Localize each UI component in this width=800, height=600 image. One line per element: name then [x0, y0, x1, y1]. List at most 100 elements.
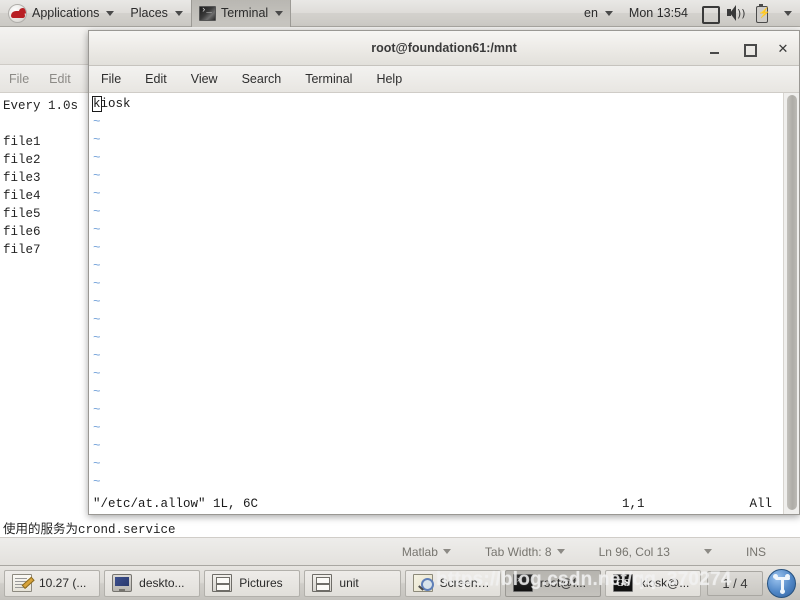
terminal-scrollbar-thumb[interactable] [787, 95, 797, 510]
terminal-menu-search[interactable]: Search [239, 70, 285, 88]
network-node-icon [785, 573, 790, 579]
display-icon[interactable] [699, 3, 720, 24]
gedit-menu-edit[interactable]: Edit [49, 72, 71, 86]
vim-empty-line: ~ [93, 187, 101, 201]
bolt-icon: ⚡ [758, 8, 771, 19]
gedit-statusbar: Matlab Tab Width: 8 Ln 96, Col 13 INS [0, 537, 800, 565]
vim-empty-line: ~ [93, 151, 101, 165]
vim-empty-line: ~ [93, 331, 101, 345]
applications-menu[interactable]: Applications [0, 0, 122, 27]
terminal-app-menu[interactable]: Terminal [190, 0, 292, 27]
gedit-menu-file[interactable]: File [9, 72, 29, 86]
vim-empty-line: ~ [93, 169, 101, 183]
gs-icon [612, 574, 633, 592]
taskbar-item-label: kiosk@... [639, 576, 690, 590]
statusbar-extra-dropdown[interactable] [703, 549, 712, 554]
vim-empty-line: ~ [93, 133, 101, 147]
tab-width-selector[interactable]: Tab Width: 8 [485, 545, 565, 559]
terminal-menu-terminal[interactable]: Terminal [302, 70, 355, 88]
vim-empty-line: ~ [93, 241, 101, 255]
clock[interactable]: Mon 13:54 [621, 0, 696, 27]
system-menu-button[interactable] [774, 0, 800, 27]
terminal-menu-file[interactable]: File [98, 70, 124, 88]
terminal-menu-help[interactable]: Help [373, 70, 405, 88]
vim-statusline-scroll: All [749, 497, 772, 511]
taskbar-item[interactable]: root@f... [504, 569, 601, 597]
taskbar-item[interactable]: kiosk@... [604, 569, 701, 597]
vim-statusline: "/etc/at.allow" 1L, 6C 1,1 All [89, 494, 785, 514]
chevron-down-icon [174, 10, 183, 16]
terminal-menu-view[interactable]: View [188, 70, 221, 88]
taskbar-item[interactable]: unit [304, 569, 401, 597]
window-controls: ✕ [705, 31, 793, 66]
taskbar: 10.27 (... deskto... Pictures unit Screens..… [0, 565, 800, 600]
file-manager-icon [312, 574, 333, 592]
terminal-title: root@foundation61:/mnt [371, 41, 517, 55]
cursor-position-label: Ln 96, Col 13 [598, 544, 670, 559]
chevron-down-icon [106, 10, 115, 16]
vim-empty-line: ~ [93, 349, 101, 363]
taskbar-item[interactable]: 10.27 (... [4, 569, 101, 597]
maximize-button[interactable] [739, 39, 759, 59]
terminal-titlebar[interactable]: root@foundation61:/mnt ✕ [89, 31, 799, 66]
vim-empty-lines: ~ ~ ~ ~ ~ ~ ~ ~ ~ ~ ~ ~ ~ ~ ~ ~ ~ ~ ~ ~ ~ [93, 113, 785, 491]
vim-empty-line: ~ [93, 205, 101, 219]
desktop-screen: Applications Places Terminal en Mon 13:5… [0, 0, 800, 600]
terminal-scrollbar[interactable] [783, 93, 799, 514]
clock-label: Mon 13:54 [628, 6, 688, 20]
tab-width-label: Tab Width: 8 [484, 544, 552, 559]
cursor-position: Ln 96, Col 13 [599, 545, 670, 559]
file-manager-icon [212, 574, 233, 592]
gedit-service-text-mono: crond.service [78, 523, 176, 537]
monitor-icon [112, 574, 133, 592]
vim-line-1-text: iosk [100, 97, 131, 111]
taskbar-item-label: root@f... [539, 576, 586, 590]
terminal-menubar: File Edit View Search Terminal Help [89, 66, 799, 93]
terminal-app-menu-label: Terminal [220, 6, 269, 20]
close-button[interactable]: ✕ [773, 39, 793, 59]
gedit-icon [12, 574, 32, 592]
vim-empty-line: ~ [93, 223, 101, 237]
taskbar-item-label: unit [339, 576, 359, 590]
network-node-icon [780, 588, 785, 594]
network-node-icon [773, 573, 778, 579]
places-menu[interactable]: Places [122, 0, 191, 27]
vim-statusline-file: "/etc/at.allow" 1L, 6C [93, 497, 259, 511]
vim-empty-line: ~ [93, 295, 101, 309]
network-icon[interactable] [767, 568, 796, 598]
taskbar-item-label: Pictures [239, 576, 283, 590]
top-panel-status-area: en Mon 13:54 )) ⚡ [576, 0, 800, 27]
taskbar-item-label: deskto... [139, 576, 185, 590]
speaker-icon[interactable]: )) [725, 3, 746, 23]
insert-mode-indicator: INS [746, 545, 766, 559]
taskbar-item-label: 10.27 (... [39, 576, 87, 590]
insert-mode-label: INS [745, 544, 766, 559]
language-selector[interactable]: Matlab [402, 545, 451, 559]
taskbar-item[interactable]: Screens... [404, 569, 501, 597]
redhat-logo-icon [8, 3, 27, 23]
vim-empty-line: ~ [93, 259, 101, 273]
minimize-button[interactable] [705, 39, 725, 59]
vim-line-1: kiosk [92, 95, 785, 113]
taskbar-item[interactable]: deskto... [104, 569, 201, 597]
taskbar-item-label: Screens... [439, 576, 493, 590]
language-label: Matlab [401, 544, 438, 559]
top-panel: Applications Places Terminal en Mon 13:5… [0, 0, 800, 27]
vim-buffer[interactable]: kiosk ~ ~ ~ ~ ~ ~ ~ ~ ~ ~ ~ ~ ~ ~ ~ ~ ~ ~ ~ ~ ~ [89, 93, 785, 514]
terminal-menu-edit[interactable]: Edit [142, 70, 170, 88]
vim-empty-line: ~ [93, 439, 101, 453]
chevron-down-icon [703, 549, 712, 554]
vim-statusline-position: 1,1 [622, 497, 645, 511]
battery-charging-icon[interactable]: ⚡ [751, 3, 771, 23]
terminal-icon [198, 4, 216, 21]
workspace-switcher[interactable]: 1 / 4 [707, 570, 763, 596]
vim-empty-line: ~ [93, 385, 101, 399]
chevron-down-icon [556, 549, 565, 554]
chevron-down-icon [275, 10, 284, 16]
vim-empty-line: ~ [93, 403, 101, 417]
keyboard-layout-indicator[interactable]: en [576, 0, 621, 27]
taskbar-item[interactable]: Pictures [204, 569, 301, 597]
vim-empty-line: ~ [93, 313, 101, 327]
terminal-content[interactable]: kiosk ~ ~ ~ ~ ~ ~ ~ ~ ~ ~ ~ ~ ~ ~ ~ ~ ~ ~ ~ ~ ~ "/etc/at.all… [89, 93, 799, 514]
screenshot-icon [412, 574, 434, 592]
